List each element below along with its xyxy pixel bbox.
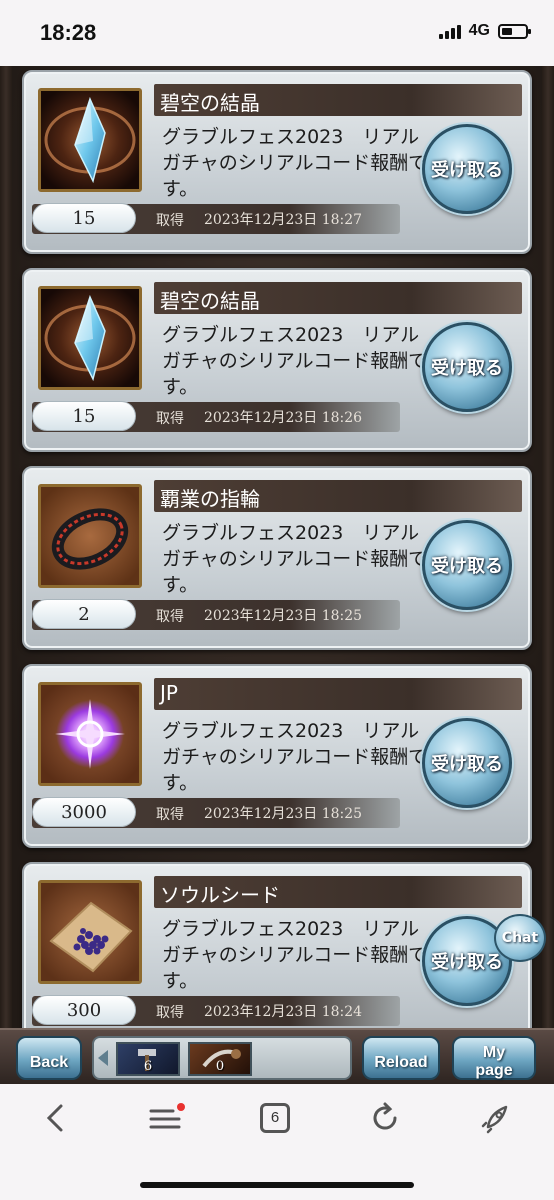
reward-title-bar: 碧空の結晶: [154, 84, 522, 116]
crystal-icon: [38, 88, 142, 192]
reward-quantity: 15: [32, 401, 136, 431]
reward-title-bar: 碧空の結晶: [154, 282, 522, 314]
acquired-date: 2023年12月23日 18:25: [204, 608, 363, 624]
crystal-icon: [38, 286, 142, 390]
tabs-button[interactable]: 6: [248, 1096, 302, 1140]
signal-icon: [438, 23, 461, 39]
reward-description: グラブルフェス2023 リアルガチャのシリアルコード報酬です。: [162, 720, 428, 794]
mypage-label-line2: page: [475, 1062, 513, 1079]
reload-button[interactable]: Reload: [362, 1036, 440, 1080]
home-indicator: [140, 1182, 414, 1188]
reward-title: JP: [160, 681, 178, 705]
acquired-label: 取得: [156, 1005, 184, 1021]
menu-icon[interactable]: [140, 1096, 194, 1140]
tab-count: 6: [260, 1103, 290, 1133]
reward-title: ソウルシード: [160, 883, 280, 907]
battery-icon: [498, 23, 531, 39]
quick-item-strip: 6 0: [92, 1036, 352, 1080]
reward-title-bar: 覇業の指輪: [154, 480, 522, 512]
reward-title-bar: ソウルシード: [154, 876, 522, 908]
status-time: 18:28: [40, 20, 97, 45]
back-button[interactable]: Back: [16, 1036, 82, 1080]
game-nav-bar: Back 6 0 Reload My page: [0, 1028, 554, 1084]
reward-card: 碧空の結晶 グラブルフェス2023 リアルガチャのシリアルコード報酬です。 15…: [22, 268, 532, 452]
acquired-date: 2023年12月23日 18:25: [204, 806, 363, 822]
reward-title: 碧空の結晶: [160, 91, 260, 115]
receive-button[interactable]: 受け取る: [422, 520, 512, 610]
receive-button[interactable]: 受け取る: [422, 124, 512, 214]
reward-card: ソウルシード グラブルフェス2023 リアルガチャのシリアルコード報酬です。 3…: [22, 862, 532, 1046]
weapon-icon[interactable]: 0: [188, 1042, 252, 1076]
status-indicators: 4G: [438, 22, 531, 40]
acquired-label: 取得: [156, 411, 184, 427]
reward-description: グラブルフェス2023 リアルガチャのシリアルコード報酬です。: [162, 522, 428, 596]
mypage-label-line1: My: [482, 1044, 506, 1061]
reward-title-bar: JP: [154, 678, 522, 710]
reward-card: JP グラブルフェス2023 リアルガチャのシリアルコード報酬です。 3000 …: [22, 664, 532, 848]
status-bar: 18:28 4G: [0, 0, 554, 66]
reward-list[interactable]: 碧空の結晶 グラブルフェス2023 リアルガチャのシリアルコード報酬です。 15…: [12, 66, 542, 1084]
acquired-label: 取得: [156, 609, 184, 625]
acquired-label: 取得: [156, 213, 184, 229]
reward-quantity: 3000: [32, 797, 136, 827]
acquired-date: 2023年12月23日 18:27: [204, 212, 363, 228]
frame-left: [0, 66, 12, 1084]
reward-card: 碧空の結晶 グラブルフェス2023 リアルガチャのシリアルコード報酬です。 15…: [22, 70, 532, 254]
soul-seed-icon: [38, 880, 142, 984]
reward-description: グラブルフェス2023 リアルガチャのシリアルコード報酬です。: [162, 918, 428, 992]
reward-description: グラブルフェス2023 リアルガチャのシリアルコード報酬です。: [162, 126, 428, 200]
reward-title: 覇業の指輪: [160, 487, 260, 511]
receive-button[interactable]: 受け取る: [422, 718, 512, 808]
hammer-icon[interactable]: 6: [116, 1042, 180, 1076]
reward-title: 碧空の結晶: [160, 289, 260, 313]
strip-left-arrow-icon[interactable]: [98, 1050, 108, 1066]
strip-item-count: 6: [143, 1059, 153, 1074]
receive-button[interactable]: 受け取る: [422, 322, 512, 412]
reward-quantity: 300: [32, 995, 136, 1025]
reload-icon[interactable]: [358, 1096, 412, 1140]
network-type: 4G: [468, 22, 490, 39]
jp-orb-icon: [38, 682, 142, 786]
acquired-label: 取得: [156, 807, 184, 823]
strip-item-count: 0: [215, 1059, 225, 1074]
acquired-date: 2023年12月23日 18:24: [204, 1004, 363, 1020]
reward-quantity: 2: [32, 599, 136, 629]
game-view: 碧空の結晶 グラブルフェス2023 リアルガチャのシリアルコード報酬です。 15…: [0, 66, 554, 1084]
acquired-date: 2023年12月23日 18:26: [204, 410, 363, 426]
rocket-icon[interactable]: [470, 1096, 524, 1140]
mypage-button[interactable]: My page: [452, 1036, 536, 1080]
reward-card: 覇業の指輪 グラブルフェス2023 リアルガチャのシリアルコード報酬です。 2 …: [22, 466, 532, 650]
reward-description: グラブルフェス2023 リアルガチャのシリアルコード報酬です。: [162, 324, 428, 398]
back-arrow-icon[interactable]: [28, 1096, 82, 1140]
ring-icon: [38, 484, 142, 588]
reward-quantity: 15: [32, 203, 136, 233]
chat-button[interactable]: Chat: [494, 914, 546, 962]
